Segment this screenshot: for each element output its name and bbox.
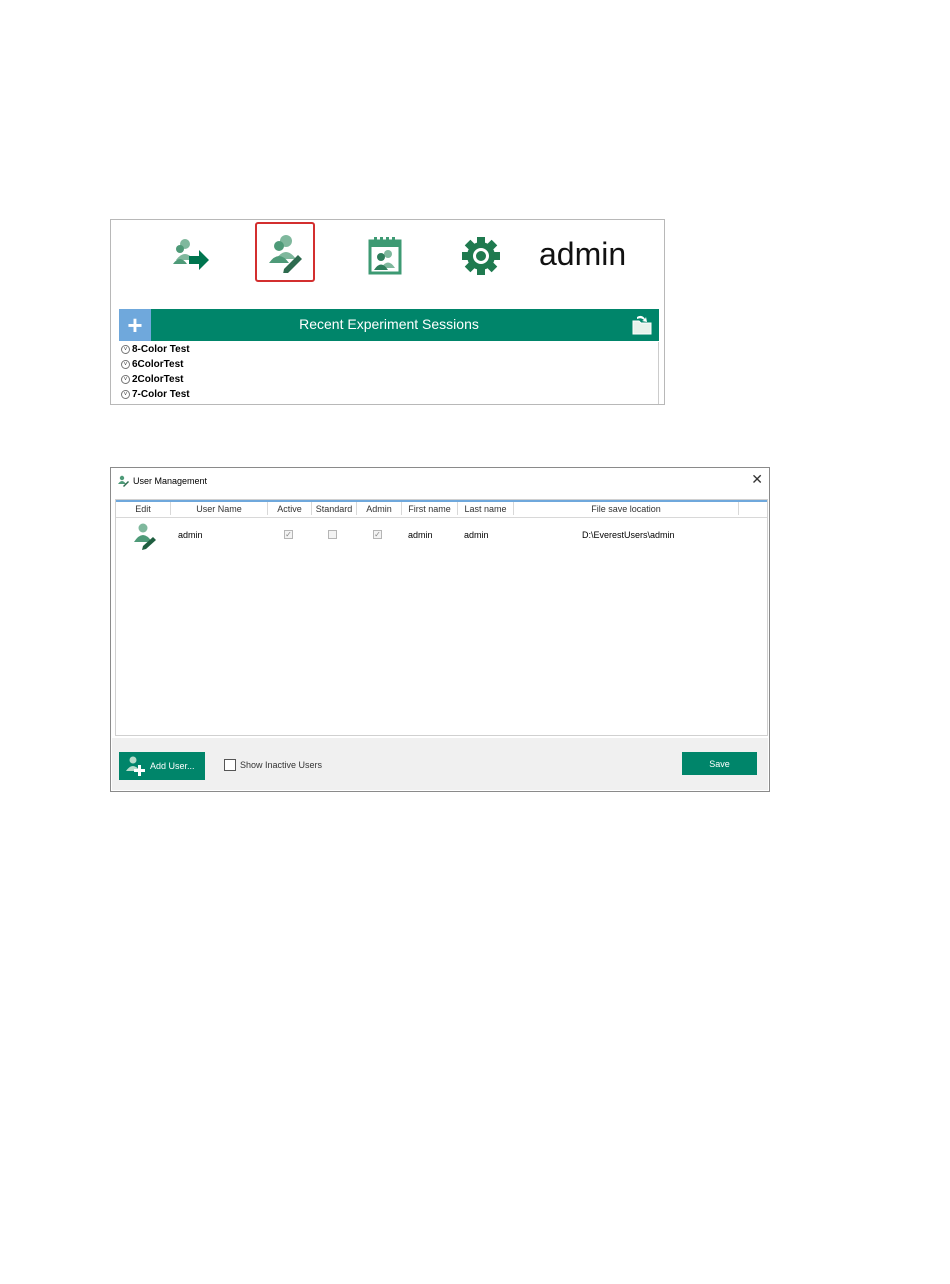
recent-sessions-title: Recent Experiment Sessions (299, 316, 479, 332)
session-label: 8-Color Test (132, 344, 190, 355)
save-button[interactable]: Save (682, 752, 757, 775)
expand-chevron-icon[interactable]: ˅ (121, 360, 130, 369)
dialog-footer: Add User... Show Inactive Users Save (112, 738, 768, 790)
session-item[interactable]: ˅ 7-Color Test (119, 387, 658, 402)
current-username: admin (539, 236, 627, 272)
expand-chevron-icon[interactable]: ˅ (121, 390, 130, 399)
main-toolbar-panel: admin + Recent Experiment Sessions ˅ 8-Co… (110, 219, 665, 405)
active-checkbox[interactable]: ✓ (284, 530, 293, 539)
add-user-button[interactable]: Add User... (119, 752, 205, 780)
open-folder-icon[interactable] (631, 314, 653, 336)
edit-user-icon[interactable] (131, 522, 159, 552)
add-user-label: Add User... (150, 761, 195, 771)
close-button[interactable]: ✕ (751, 471, 763, 488)
cell-first-name: admin (408, 530, 433, 540)
column-header-admin[interactable]: Admin (357, 502, 402, 515)
column-header-edit[interactable]: Edit (116, 502, 171, 515)
session-label: 7-Color Test (132, 389, 190, 400)
dialog-title: User Management (133, 476, 208, 486)
admin-checkbox[interactable]: ✓ (373, 530, 382, 539)
table-row[interactable]: admin ✓ ✓ admin admin D:\EverestUsers\admin (116, 518, 767, 556)
show-inactive-users-label: Show Inactive Users (240, 760, 323, 770)
session-label: 2ColorTest (132, 374, 184, 385)
session-item[interactable]: ˅ 6ColorTest (119, 357, 658, 372)
user-edit-icon[interactable] (255, 222, 315, 282)
add-user-icon (125, 756, 147, 776)
column-header-user-name[interactable]: User Name (171, 502, 268, 515)
recent-sessions-header: + Recent Experiment Sessions (119, 309, 659, 341)
column-header-last-name[interactable]: Last name (458, 502, 514, 515)
calendar-user-icon[interactable] (357, 228, 413, 284)
user-management-dialog: User Management ✕ Edit User Name Active … (110, 467, 770, 792)
column-header-file-save-location[interactable]: File save location (514, 502, 739, 515)
checkbox-box[interactable] (224, 759, 236, 771)
users-table: Edit User Name Active Standard Admin Fir… (115, 499, 768, 736)
gear-icon[interactable] (453, 228, 509, 284)
column-header-standard[interactable]: Standard (312, 502, 357, 515)
standard-checkbox[interactable] (328, 530, 337, 539)
user-management-icon (117, 474, 129, 487)
recent-sessions-list: ˅ 8-Color Test ˅ 6ColorTest ˅ 2ColorTest ˅ 7-Co… (119, 342, 659, 404)
expand-chevron-icon[interactable]: ˅ (121, 345, 130, 354)
cell-last-name: admin (464, 530, 489, 540)
column-header-first-name[interactable]: First name (402, 502, 458, 515)
session-item[interactable]: ˅ 8-Color Test (119, 342, 658, 357)
session-item[interactable]: ˅ 2ColorTest (119, 372, 658, 387)
user-login-icon[interactable] (163, 228, 219, 284)
show-inactive-users-checkbox[interactable]: Show Inactive Users (224, 759, 322, 771)
session-label: 6ColorTest (132, 359, 184, 370)
column-header-active[interactable]: Active (268, 502, 312, 515)
table-header: Edit User Name Active Standard Admin Fir… (116, 502, 767, 518)
table-body: admin ✓ ✓ admin admin D:\EverestUsers\admin (116, 518, 767, 556)
expand-chevron-icon[interactable]: ˅ (121, 375, 130, 384)
cell-file-save-location: D:\EverestUsers\admin (582, 530, 675, 540)
cell-user-name: admin (178, 530, 203, 540)
